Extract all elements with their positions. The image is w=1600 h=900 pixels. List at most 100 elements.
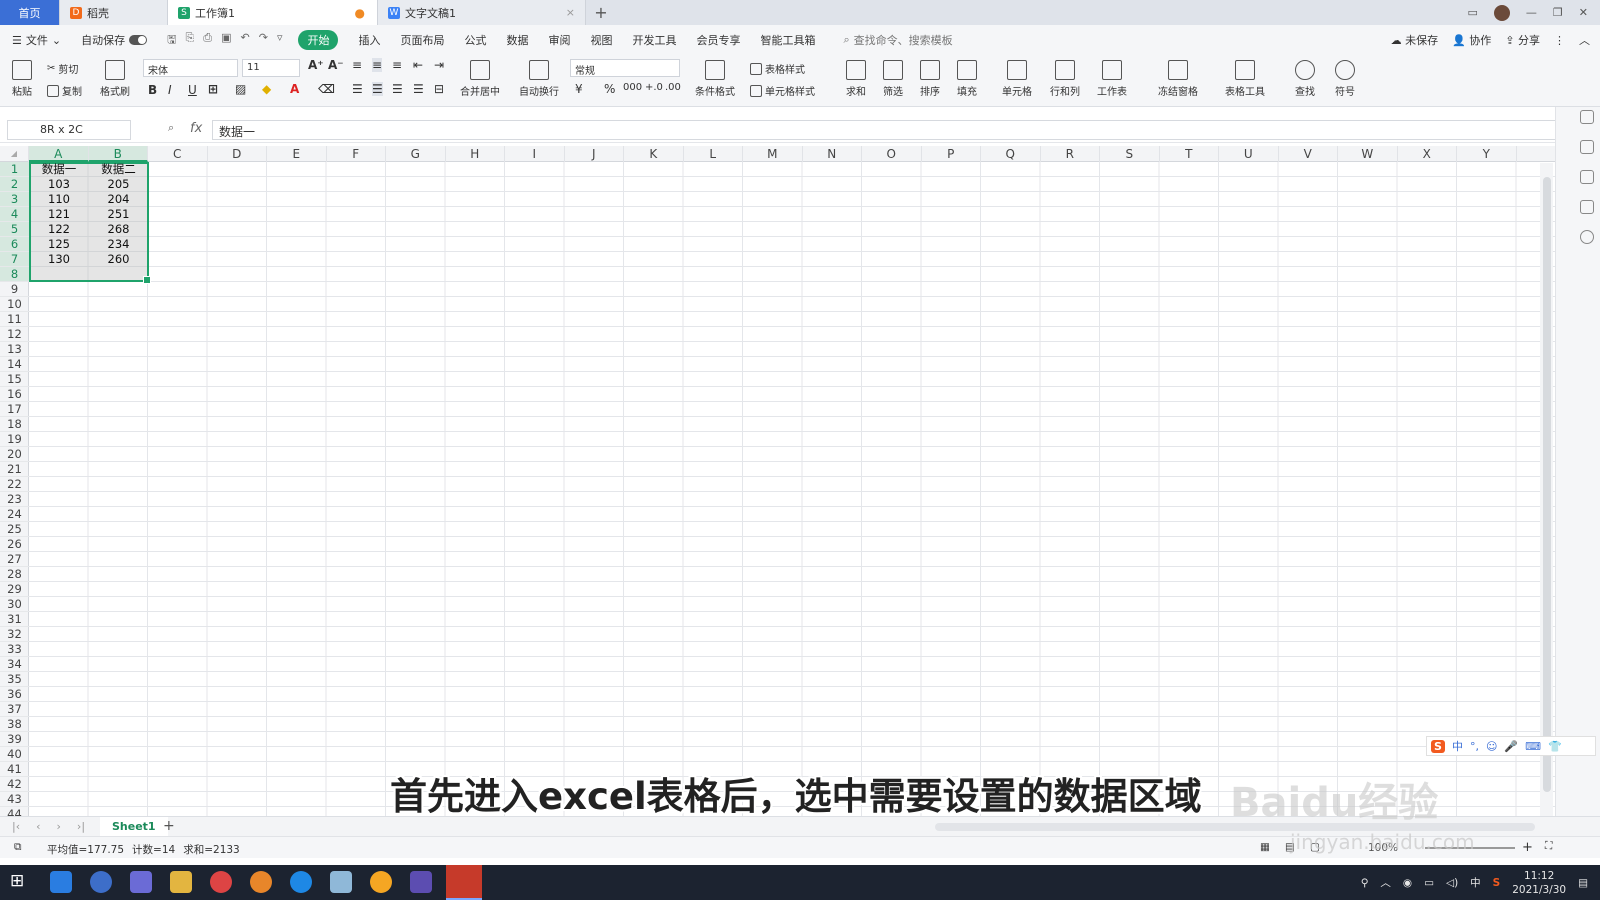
vertical-scrollbar[interactable] bbox=[1540, 163, 1553, 823]
notes-icon[interactable] bbox=[330, 871, 352, 893]
row-header-16[interactable]: 16 bbox=[0, 387, 29, 402]
close-icon[interactable]: ✕ bbox=[1579, 6, 1588, 19]
column-header-t[interactable]: T bbox=[1160, 146, 1219, 162]
row-header-26[interactable]: 26 bbox=[0, 537, 29, 552]
row-header-17[interactable]: 17 bbox=[0, 402, 29, 417]
table-cell[interactable]: 234 bbox=[89, 237, 149, 252]
save-icon[interactable]: 🖫 bbox=[167, 31, 176, 50]
row-header-35[interactable]: 35 bbox=[0, 672, 29, 687]
skin-icon[interactable]: 👕 bbox=[1548, 740, 1562, 753]
command-search[interactable]: ⌕ 查找命令、搜索模板 bbox=[843, 32, 952, 48]
column-header-b[interactable]: B bbox=[88, 146, 148, 162]
increase-decimal-icon[interactable]: +.0 bbox=[645, 82, 663, 93]
row-header-21[interactable]: 21 bbox=[0, 462, 29, 477]
cell-area[interactable] bbox=[29, 162, 1555, 816]
column-header-s[interactable]: S bbox=[1100, 146, 1160, 162]
chrome-icon[interactable] bbox=[210, 871, 232, 893]
menu-data[interactable]: 数据 bbox=[506, 32, 528, 48]
column-header-k[interactable]: K bbox=[624, 146, 684, 162]
cell-style-button[interactable]: 单元格样式 bbox=[750, 83, 815, 98]
row-header-44[interactable]: 44 bbox=[0, 807, 29, 816]
share-button[interactable]: ⇪ 分享 bbox=[1505, 32, 1540, 48]
tray-app-icon[interactable]: ◉ bbox=[1403, 877, 1412, 889]
row-header-3[interactable]: 3 bbox=[0, 192, 29, 207]
punct-icon[interactable]: °, bbox=[1470, 740, 1479, 753]
underline-icon[interactable]: U bbox=[188, 83, 197, 97]
table-cell[interactable]: 121 bbox=[29, 207, 89, 222]
highlight-icon[interactable]: ◆ bbox=[262, 82, 271, 96]
print-icon[interactable]: ⎙ bbox=[203, 31, 212, 50]
formula-input[interactable]: 数据一 bbox=[212, 120, 1562, 140]
row-header-29[interactable]: 29 bbox=[0, 582, 29, 597]
more-icon[interactable]: ⋮ bbox=[1554, 34, 1565, 47]
name-box[interactable]: 8R x 2C bbox=[7, 120, 131, 140]
input-language[interactable]: 中 bbox=[1470, 875, 1481, 890]
table-cell[interactable]: 268 bbox=[89, 222, 149, 237]
media-player-icon[interactable] bbox=[410, 871, 432, 893]
pointer-icon[interactable] bbox=[1580, 170, 1594, 184]
row-header-27[interactable]: 27 bbox=[0, 552, 29, 567]
wps-taskbar-icon[interactable] bbox=[446, 865, 482, 900]
next-sheet-icon[interactable]: › bbox=[57, 820, 61, 833]
ime-language[interactable]: 中 bbox=[1452, 738, 1463, 754]
new-tab-button[interactable]: + bbox=[586, 0, 616, 25]
row-header-5[interactable]: 5 bbox=[0, 222, 29, 237]
help-icon[interactable] bbox=[1580, 230, 1594, 244]
restore-icon[interactable]: ❐ bbox=[1553, 6, 1563, 19]
close-tab-icon[interactable]: × bbox=[566, 6, 575, 19]
last-sheet-icon[interactable]: ›| bbox=[77, 820, 85, 833]
app-hex-icon[interactable] bbox=[130, 871, 152, 893]
align-bottom-icon[interactable]: ≡ bbox=[392, 58, 402, 72]
tray-up-icon[interactable]: ︿ bbox=[1380, 875, 1391, 890]
normal-view-icon[interactable]: ▦ bbox=[1260, 841, 1270, 853]
bold-icon[interactable]: B bbox=[148, 83, 157, 97]
print-preview-icon[interactable]: ▣ bbox=[221, 31, 231, 50]
fx-icon[interactable]: fx bbox=[190, 121, 202, 136]
prev-sheet-icon[interactable]: ‹ bbox=[36, 820, 40, 833]
column-header-d[interactable]: D bbox=[208, 146, 267, 162]
row-header-13[interactable]: 13 bbox=[0, 342, 29, 357]
menu-member[interactable]: 会员专享 bbox=[696, 32, 740, 48]
increase-font-icon[interactable]: A⁺ bbox=[308, 58, 324, 72]
select-all-corner[interactable]: ◢ bbox=[0, 146, 29, 162]
vertical-scroll-thumb[interactable] bbox=[1543, 177, 1551, 792]
row-header-14[interactable]: 14 bbox=[0, 357, 29, 372]
column-header-w[interactable]: W bbox=[1338, 146, 1398, 162]
table-cell[interactable]: 125 bbox=[29, 237, 89, 252]
row-header-39[interactable]: 39 bbox=[0, 732, 29, 747]
conditional-format-button[interactable]: 条件格式 bbox=[695, 60, 735, 98]
column-header-n[interactable]: N bbox=[803, 146, 862, 162]
avatar[interactable] bbox=[1493, 4, 1510, 21]
autosave-toggle[interactable]: 自动保存 bbox=[81, 32, 148, 48]
row-header-23[interactable]: 23 bbox=[0, 492, 29, 507]
fill-button[interactable]: 填充 bbox=[957, 60, 977, 98]
zoom-formula-icon[interactable]: ⌕ bbox=[168, 121, 174, 135]
file-menu[interactable]: ☰ 文件 ⌄ bbox=[12, 32, 61, 48]
thousands-icon[interactable]: 000 bbox=[623, 82, 642, 93]
network-icon[interactable]: ▭ bbox=[1424, 877, 1434, 889]
currency-icon[interactable]: ¥ bbox=[575, 82, 583, 96]
row-header-25[interactable]: 25 bbox=[0, 522, 29, 537]
redo-icon[interactable]: ↷ bbox=[259, 31, 268, 50]
sogou-logo[interactable]: S bbox=[1431, 739, 1445, 753]
table-cell[interactable]: 103 bbox=[29, 177, 89, 192]
menu-insert[interactable]: 插入 bbox=[358, 32, 380, 48]
font-size-select[interactable]: 11 bbox=[242, 59, 300, 77]
align-center-icon[interactable]: ☰ bbox=[372, 82, 383, 96]
format-painter-button[interactable]: 格式刷 bbox=[100, 60, 130, 98]
sogou-tray-icon[interactable]: S bbox=[1493, 877, 1501, 889]
row-header-22[interactable]: 22 bbox=[0, 477, 29, 492]
column-header-r[interactable]: R bbox=[1041, 146, 1100, 162]
font-color-icon[interactable]: A bbox=[290, 82, 299, 96]
row-col-button[interactable]: 行和列 bbox=[1050, 60, 1080, 98]
row-header-4[interactable]: 4 bbox=[0, 207, 29, 222]
menu-smart-tools[interactable]: 智能工具箱 bbox=[760, 32, 815, 48]
tab-doc1[interactable]: W 文字文稿1 × bbox=[378, 0, 586, 25]
spreadsheet-grid[interactable]: ◢ A B C D E F G H I J K L M N O P Q R S T U V W X Y 1 2 3 4 5 6 7 8 9 10 11… bbox=[0, 146, 1555, 816]
row-header-12[interactable]: 12 bbox=[0, 327, 29, 342]
paste-button[interactable]: 粘贴 bbox=[12, 60, 32, 98]
row-header-24[interactable]: 24 bbox=[0, 507, 29, 522]
row-header-18[interactable]: 18 bbox=[0, 417, 29, 432]
align-right-icon[interactable]: ☰ bbox=[392, 82, 403, 96]
freeze-panes-button[interactable]: 冻结窗格 bbox=[1158, 60, 1198, 98]
